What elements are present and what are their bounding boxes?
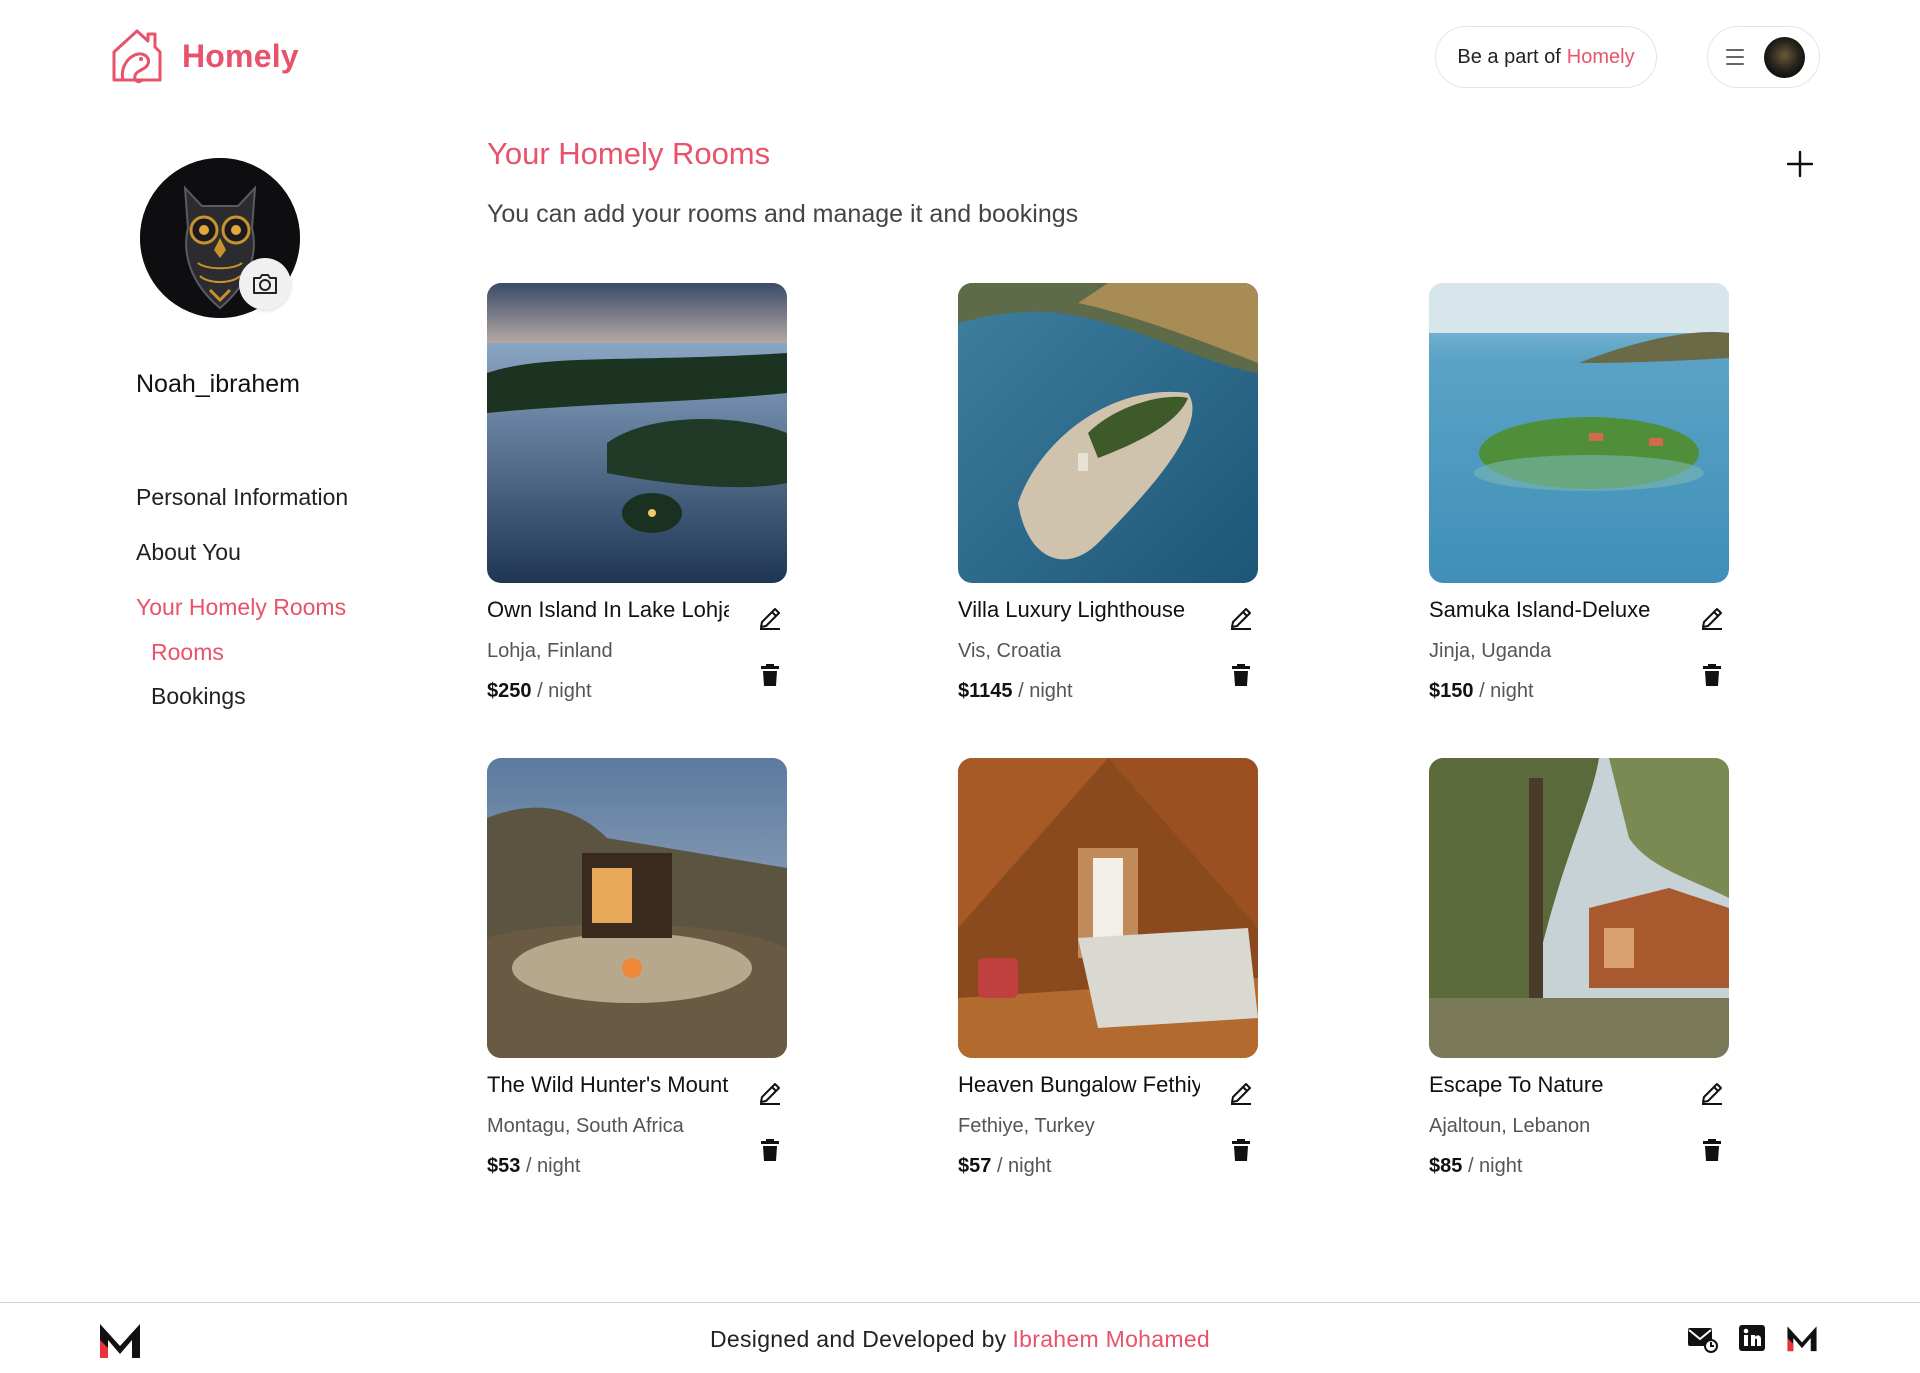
room-location: Montagu, South Africa	[487, 1115, 684, 1137]
room-title[interactable]: Samuka Island-Deluxe	[1429, 597, 1671, 623]
change-photo-button[interactable]	[239, 258, 291, 310]
price-unit: / night	[996, 1155, 1052, 1177]
sidebar-item-about-you[interactable]: About You	[136, 539, 241, 566]
room-image-mountain-cabin[interactable]	[487, 758, 787, 1058]
trash-icon[interactable]	[1702, 663, 1722, 687]
trash-icon[interactable]	[1231, 663, 1251, 687]
room-location: Lohja, Finland	[487, 640, 613, 662]
room-card: Escape To Nature Ajaltoun, Lebanon $85 /…	[1429, 758, 1729, 1198]
room-card: Heaven Bungalow Fethiye Fethiye, Turkey …	[958, 758, 1258, 1198]
room-title[interactable]: Heaven Bungalow Fethiye	[958, 1072, 1200, 1098]
mail-icon[interactable]	[1686, 1322, 1718, 1354]
avatar	[1764, 36, 1805, 78]
sidebar-item-bookings[interactable]: Bookings	[151, 683, 246, 710]
room-image-wooden-interior[interactable]	[958, 758, 1258, 1058]
credit-prefix: Designed and Developed by	[709, 1326, 1007, 1352]
room-price-line: $1145 / night	[958, 680, 1073, 703]
room-card: Samuka Island-Deluxe Jinja, Uganda $150 …	[1429, 283, 1729, 723]
room-card: Villa Luxury Lighthouse Vis, Croatia $11…	[958, 283, 1258, 723]
hamburger-icon	[1726, 49, 1744, 65]
room-title[interactable]: Escape To Nature	[1429, 1072, 1671, 1098]
edit-pencil-icon[interactable]	[757, 605, 783, 631]
room-price-line: $53 / night	[487, 1155, 580, 1178]
room-card: The Wild Hunter's Mountain Cabin Montagu…	[487, 758, 787, 1198]
price-unit: / night	[1467, 1155, 1523, 1177]
sidebar-item-personal-information[interactable]: Personal Information	[136, 484, 348, 511]
become-host-button[interactable]: Be a part of Homely	[1435, 26, 1657, 88]
room-image-green-island[interactable]	[1429, 283, 1729, 583]
edit-pencil-icon[interactable]	[1699, 605, 1725, 631]
plus-icon[interactable]	[1784, 148, 1816, 180]
edit-pencil-icon[interactable]	[1228, 1080, 1254, 1106]
room-image-forest-cabin[interactable]	[1429, 758, 1729, 1058]
sidebar-item-rooms[interactable]: Rooms	[151, 639, 224, 666]
house-logo-icon	[112, 29, 162, 84]
developer-link[interactable]: Ibrahem Mohamed	[1012, 1326, 1210, 1352]
room-card: Own Island In Lake Lohja Lohja, Finland …	[487, 283, 787, 723]
trash-icon[interactable]	[1702, 1138, 1722, 1162]
m-logo-icon[interactable]	[1786, 1322, 1818, 1354]
linkedin-icon[interactable]	[1736, 1322, 1768, 1354]
footer-divider	[0, 1302, 1920, 1303]
room-price-line: $150 / night	[1429, 680, 1534, 703]
page-title: Your Homely Rooms	[487, 136, 771, 171]
room-location: Fethiye, Turkey	[958, 1115, 1095, 1137]
edit-pencil-icon[interactable]	[1228, 605, 1254, 631]
trash-icon[interactable]	[1231, 1138, 1251, 1162]
room-price: $53	[487, 1155, 521, 1177]
room-price: $250	[487, 680, 532, 702]
trash-icon[interactable]	[760, 663, 780, 687]
homely-logo[interactable]: Homely	[108, 26, 299, 86]
brand-name: Homely	[182, 37, 299, 74]
host-button-prefix: Be a part of	[1457, 45, 1561, 68]
room-price: $85	[1429, 1155, 1463, 1177]
header: Homely Be a part of Homely	[0, 0, 1920, 115]
room-image-lighthouse[interactable]	[958, 283, 1258, 583]
price-unit: / night	[1018, 680, 1073, 702]
room-price-line: $57 / night	[958, 1155, 1051, 1178]
room-location: Vis, Croatia	[958, 640, 1062, 662]
room-price: $1145	[958, 680, 1013, 702]
edit-pencil-icon[interactable]	[757, 1080, 783, 1106]
room-price-line: $250 / night	[487, 680, 592, 703]
edit-pencil-icon[interactable]	[1699, 1080, 1725, 1106]
room-price: $57	[958, 1155, 992, 1177]
room-location: Ajaltoun, Lebanon	[1429, 1115, 1591, 1137]
room-title[interactable]: The Wild Hunter's Mountain Cabin	[487, 1072, 729, 1098]
camera-icon	[253, 274, 277, 294]
trash-icon[interactable]	[760, 1138, 780, 1162]
room-price-line: $85 / night	[1429, 1155, 1522, 1178]
room-price: $150	[1429, 680, 1474, 702]
price-unit: / night	[525, 1155, 581, 1177]
page-subtitle: You can add your rooms and manage it and…	[487, 200, 1079, 228]
room-location: Jinja, Uganda	[1429, 640, 1552, 662]
price-unit: / night	[537, 680, 592, 702]
price-unit: / night	[1479, 680, 1534, 702]
footer-credit: Designed and Developed by Ibrahem Mohamed	[0, 1326, 1920, 1353]
room-title[interactable]: Own Island In Lake Lohja	[487, 597, 729, 623]
sidebar-item-your-homely-rooms[interactable]: Your Homely Rooms	[136, 594, 346, 621]
user-menu-button[interactable]	[1707, 26, 1820, 88]
room-image-lake-island[interactable]	[487, 283, 787, 583]
room-title[interactable]: Villa Luxury Lighthouse	[958, 597, 1200, 623]
username: Noah_ibrahem	[136, 370, 300, 398]
host-button-accent: Homely	[1566, 45, 1635, 68]
